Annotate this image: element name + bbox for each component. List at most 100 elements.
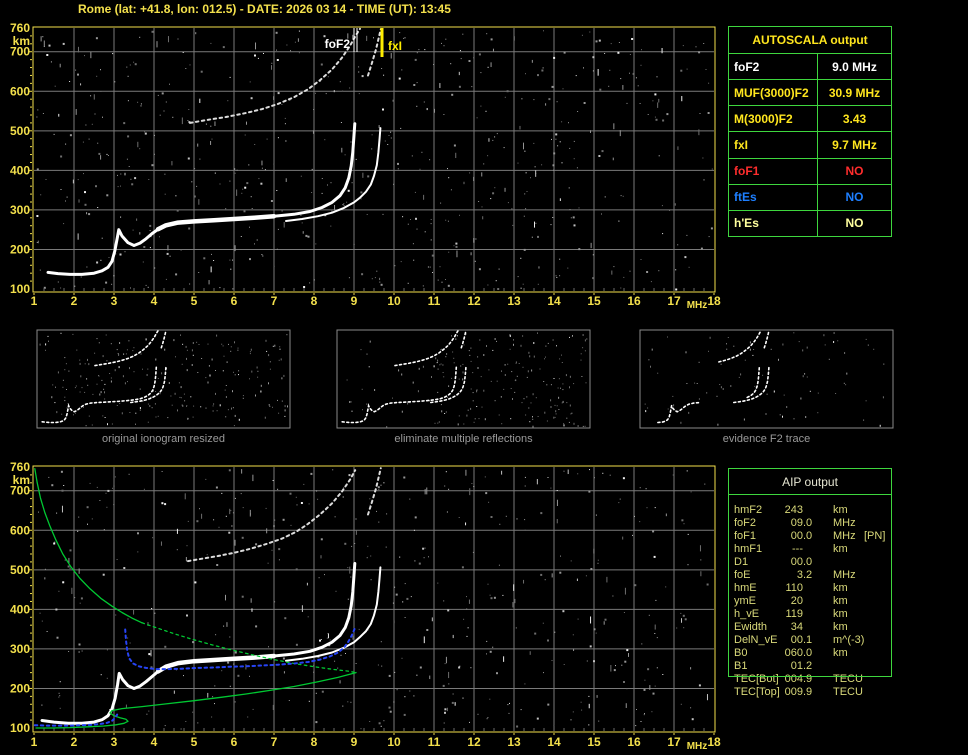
svg-text:300: 300 bbox=[10, 203, 30, 217]
autoscala-param-value: 3.43 bbox=[842, 111, 867, 126]
aip-row-hmf2: hmF2 243 km bbox=[728, 504, 892, 517]
aip-param-value: 3 bbox=[796, 569, 803, 581]
thumbnail-original-ionogram bbox=[36, 329, 291, 429]
autoscala-param-value: 9.7 MHz bbox=[832, 137, 877, 152]
axis-frame bbox=[29, 465, 716, 735]
aip-row-tectop: TEC[Top] 009.9 TECU bbox=[728, 686, 892, 699]
aip-param-value-frac: .1 bbox=[803, 634, 813, 646]
noise-speckles bbox=[38, 469, 709, 730]
svg-text:8: 8 bbox=[311, 735, 318, 749]
svg-text:16: 16 bbox=[627, 735, 641, 749]
aip-row-delnve: DelN_vE 00.1 m^(-3) bbox=[728, 634, 892, 647]
svg-text:9: 9 bbox=[351, 735, 358, 749]
svg-text:17: 17 bbox=[667, 735, 681, 749]
thumbnail-trace bbox=[160, 329, 167, 349]
svg-text:600: 600 bbox=[10, 523, 30, 537]
aip-param-value-frac: .2 bbox=[803, 569, 813, 581]
thumbnail-label-original: original ionogram resized bbox=[102, 433, 225, 445]
autoscala-param-value: NO bbox=[845, 190, 864, 205]
aip-param-unit: TECU bbox=[833, 686, 863, 698]
aip-row-d1: D1 00.0 bbox=[728, 556, 892, 569]
aip-param-value: 060 bbox=[784, 647, 803, 659]
aip-row-fof2: foF2 09.0 MHz bbox=[728, 517, 892, 530]
autoscala-param-label: foF2 bbox=[729, 54, 818, 80]
svg-text:200: 200 bbox=[10, 681, 30, 695]
svg-text:11: 11 bbox=[428, 735, 441, 749]
autoscala-window: 100 200 300 400 500 600 700 760 km 1 2 3 4 5 6 7 8 9 10 11 1… bbox=[0, 0, 968, 755]
svg-text:14: 14 bbox=[547, 735, 561, 749]
aip-param-unit: m^(-3) bbox=[833, 634, 865, 646]
aip-param-value: --- bbox=[792, 543, 803, 555]
svg-text:5: 5 bbox=[191, 735, 198, 749]
autoscala-param-value: NO bbox=[845, 216, 864, 231]
x-mode-branch bbox=[285, 566, 382, 662]
svg-text:15: 15 bbox=[587, 294, 601, 308]
aip-param-unit: km bbox=[833, 504, 848, 516]
svg-text:2: 2 bbox=[71, 735, 78, 749]
svg-text:3: 3 bbox=[111, 294, 118, 308]
svg-text:400: 400 bbox=[10, 602, 30, 616]
svg-text:300: 300 bbox=[10, 642, 30, 656]
svg-text:6: 6 bbox=[231, 294, 238, 308]
svg-text:6: 6 bbox=[231, 735, 238, 749]
svg-text:1: 1 bbox=[31, 294, 38, 308]
svg-text:5: 5 bbox=[191, 294, 198, 308]
aip-param-note: [PN] bbox=[864, 530, 886, 542]
svg-text:2: 2 bbox=[71, 294, 78, 308]
svg-text:18: 18 bbox=[707, 735, 721, 749]
second-hop-x-branch bbox=[367, 28, 382, 77]
svg-text:fxI: fxI bbox=[388, 39, 402, 53]
aip-param-unit: km bbox=[833, 608, 848, 620]
autoscala-output-table: AUTOSCALA output foF2 9.0 MHz MUF(3000)F2 3… bbox=[728, 26, 892, 237]
autoscala-param-label: fxI bbox=[729, 132, 818, 158]
autoscala-row-fxi: fxI 9.7 MHz bbox=[729, 131, 891, 158]
autoscala-row-m3000f2: M(3000)F2 3.43 bbox=[729, 105, 891, 132]
svg-text:12: 12 bbox=[467, 294, 481, 308]
autoscala-row-hes: h'Es NO bbox=[729, 209, 891, 236]
autoscala-row-ftes: ftEs NO bbox=[729, 183, 891, 210]
aip-param-unit: km bbox=[833, 595, 848, 607]
thumbnail-trace bbox=[94, 329, 160, 367]
svg-text:9: 9 bbox=[351, 294, 358, 308]
aip-param-unit: MHz bbox=[833, 569, 856, 581]
svg-text:13: 13 bbox=[507, 735, 521, 749]
aip-param-value: 119 bbox=[785, 608, 803, 620]
svg-text:4: 4 bbox=[151, 735, 158, 749]
aip-param-value-frac: .0 bbox=[803, 530, 813, 542]
aip-param-value: 00 bbox=[790, 556, 803, 568]
svg-text:7: 7 bbox=[271, 735, 278, 749]
svg-text:7: 7 bbox=[271, 294, 278, 308]
aip-param-value: 34 bbox=[790, 621, 803, 633]
aip-row-ewidth: Ewidth 34 km bbox=[728, 621, 892, 634]
foF2-marker: foF2 bbox=[325, 28, 358, 52]
svg-text:100: 100 bbox=[10, 282, 30, 296]
thumbnail-label-evidence: evidence F2 trace bbox=[722, 433, 811, 445]
aip-param-unit: km bbox=[833, 582, 848, 594]
aip-param-unit: km bbox=[833, 647, 848, 659]
aip-header-divider bbox=[729, 494, 891, 495]
second-hop-x-branch bbox=[367, 467, 382, 516]
axis-labels: 100200300400500600700760km1 2 3 4 5 6 7 8 9 10 11 1… bbox=[10, 460, 721, 752]
autoscala-param-value: NO bbox=[845, 164, 864, 179]
electron-density-profile-bottomside bbox=[35, 671, 357, 729]
thumbnail-trace bbox=[657, 401, 701, 424]
aip-param-unit: km bbox=[833, 621, 848, 633]
aip-param-value: 243 bbox=[784, 504, 803, 516]
autoscala-table-title: AUTOSCALA output bbox=[729, 27, 891, 54]
svg-text:760: 760 bbox=[10, 460, 30, 474]
aip-param-value: 01 bbox=[790, 660, 803, 672]
svg-text:18: 18 bbox=[707, 294, 721, 308]
aip-param-unit: km bbox=[833, 543, 848, 555]
thumbnail-trace bbox=[718, 329, 763, 363]
aip-param-value-frac: .0 bbox=[803, 647, 813, 659]
autoscala-param-label: foF1 bbox=[729, 158, 818, 184]
aip-row-b1: B1 01.2 bbox=[728, 660, 892, 673]
svg-text:km: km bbox=[13, 473, 30, 487]
second-hop-trace bbox=[187, 469, 357, 563]
svg-text:400: 400 bbox=[10, 163, 30, 177]
svg-text:11: 11 bbox=[428, 294, 441, 308]
axis-frame bbox=[29, 26, 716, 295]
svg-text:16: 16 bbox=[627, 294, 641, 308]
noise-speckles bbox=[36, 30, 713, 291]
aip-row-tecbot: TEC[Bot] 004.9 TECU bbox=[728, 673, 892, 686]
